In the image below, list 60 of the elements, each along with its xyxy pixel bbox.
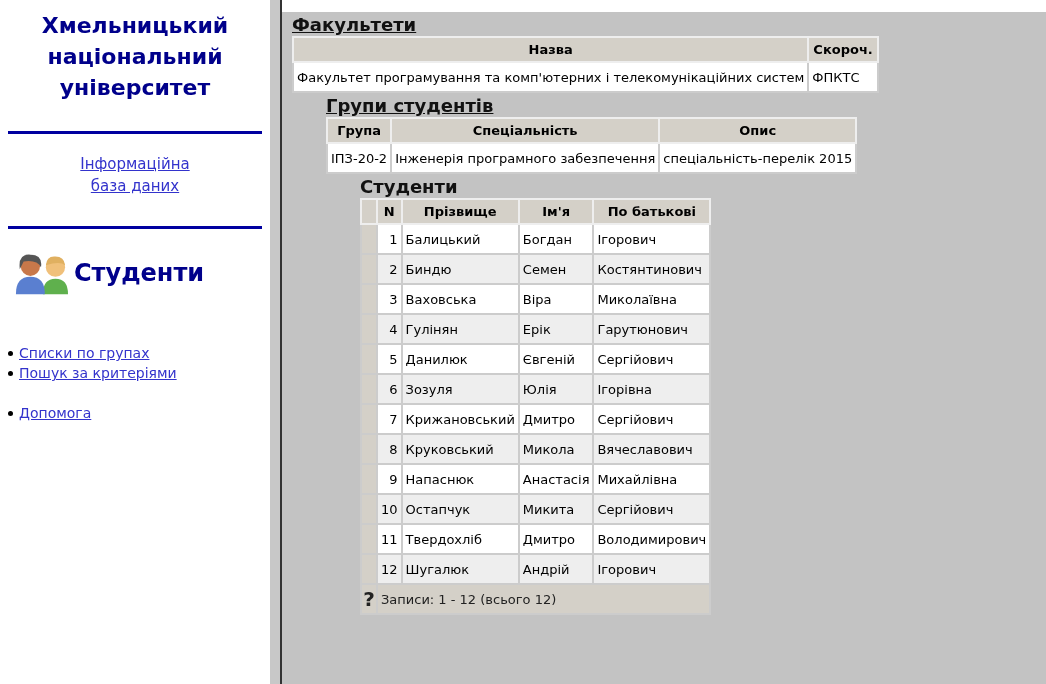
- table-cell: Микола: [518, 434, 594, 464]
- row-selector[interactable]: [361, 434, 377, 464]
- table-cell: Ігорович: [593, 554, 711, 584]
- panel-splitter[interactable]: [270, 0, 282, 684]
- column-header[interactable]: Спеціальність: [391, 118, 660, 143]
- table-cell: Ігорівна: [593, 374, 711, 404]
- table-cell: спеціальність-перелік 2015: [659, 143, 857, 173]
- column-header[interactable]: Назва: [293, 37, 809, 62]
- column-header[interactable]: По батькові: [593, 199, 711, 224]
- bullet-icon: [8, 350, 13, 356]
- row-selector[interactable]: [361, 404, 377, 434]
- table-cell: Зозуля: [401, 374, 519, 404]
- university-title: Хмельницький національний університет: [40, 12, 230, 102]
- table-cell: Факультет програмування та комп'ютерних і телекомунікаційних систем: [293, 62, 809, 92]
- table-cell: Ерік: [518, 314, 594, 344]
- table-cell: Вячеславович: [593, 434, 711, 464]
- nav-link[interactable]: Пошук за критеріями: [19, 363, 177, 383]
- table-cell: ІПЗ-20-2: [327, 143, 392, 173]
- section-heading[interactable]: Факультети: [292, 14, 1036, 36]
- section-heading: Студенти: [360, 176, 459, 198]
- table-cell: Круковський: [401, 434, 519, 464]
- column-header[interactable]: Опис: [659, 118, 857, 143]
- database-link[interactable]: Інформаційна база даних: [65, 153, 205, 197]
- nav-link[interactable]: Допомога: [19, 403, 92, 423]
- row-selector[interactable]: [361, 494, 377, 524]
- column-header[interactable]: Ім'я: [518, 199, 594, 224]
- row-selector[interactable]: [361, 254, 377, 284]
- row-selector[interactable]: [361, 554, 377, 584]
- column-header[interactable]: Група: [327, 118, 392, 143]
- row-selector[interactable]: [361, 524, 377, 554]
- table-cell: Костянтинович: [593, 254, 711, 284]
- table-cell: Гулінян: [401, 314, 519, 344]
- table-cell: Микита: [518, 494, 594, 524]
- section-heading[interactable]: Групи студентів: [326, 95, 1036, 117]
- row-selector[interactable]: [361, 314, 377, 344]
- row-selector[interactable]: [361, 464, 377, 494]
- row-selector: [361, 199, 377, 224]
- table-cell: Шугалюк: [401, 554, 519, 584]
- table-cell: Остапчук: [401, 494, 519, 524]
- bullet-icon: [8, 410, 13, 416]
- bullet-icon: [8, 370, 13, 376]
- column-header[interactable]: Прізвище: [401, 199, 519, 224]
- section-title: Студенти: [74, 259, 205, 287]
- records-count: Записи: 1 - 12 (всього 12): [377, 584, 711, 614]
- table-cell: ФПКТС: [808, 62, 878, 92]
- table-cell: Семен: [518, 254, 594, 284]
- column-header[interactable]: N: [377, 199, 402, 224]
- table-cell: Гарутюнович: [593, 314, 711, 344]
- row-selector[interactable]: [361, 224, 377, 254]
- nav-link[interactable]: Списки по групах: [19, 343, 150, 363]
- table-cell: Андрій: [518, 554, 594, 584]
- table-cell: Сергійович: [593, 494, 711, 524]
- table-cell: Биндю: [401, 254, 519, 284]
- help-icon[interactable]: ?: [361, 584, 377, 614]
- row-selector[interactable]: [361, 344, 377, 374]
- row-selector[interactable]: [361, 284, 377, 314]
- column-header[interactable]: Скороч.: [808, 37, 878, 62]
- table-cell: Юлія: [518, 374, 594, 404]
- table-cell: Інженерія програмного забезпечення: [391, 143, 660, 173]
- row-selector[interactable]: [361, 374, 377, 404]
